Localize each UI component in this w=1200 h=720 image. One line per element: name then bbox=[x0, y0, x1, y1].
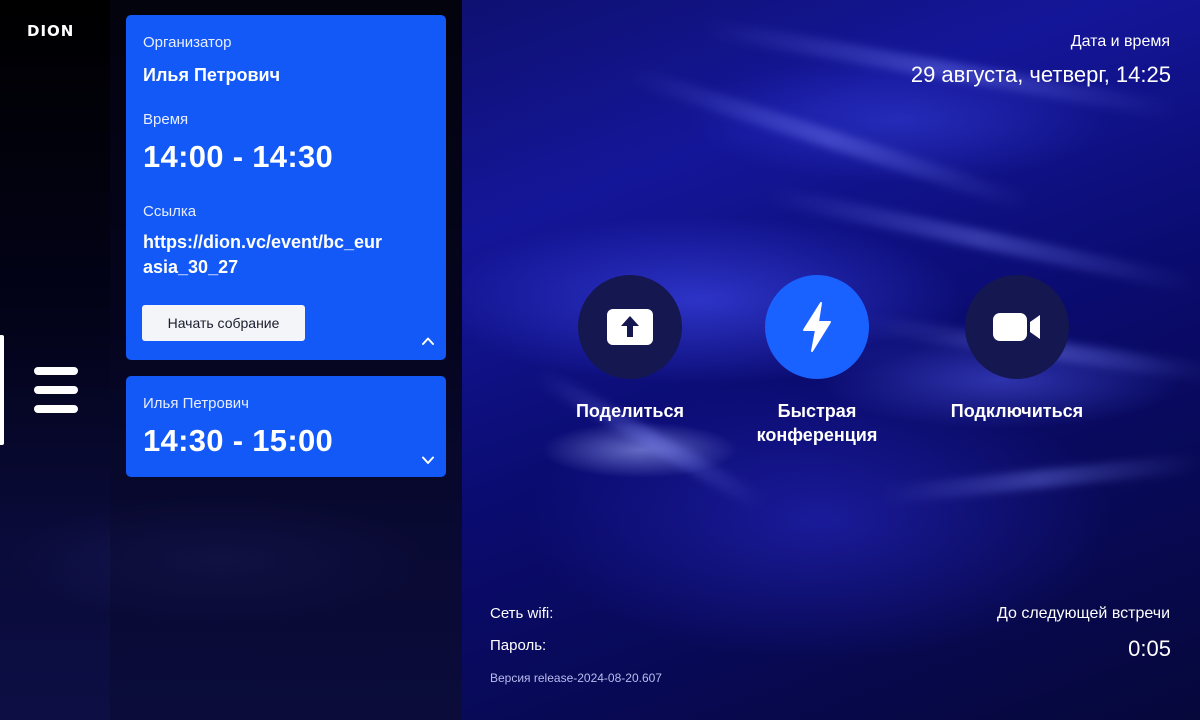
meeting-time: 14:30 - 15:00 bbox=[143, 423, 334, 458]
connect-button[interactable] bbox=[965, 275, 1069, 379]
share-button[interactable] bbox=[578, 275, 682, 379]
dion-logo: DION bbox=[27, 22, 75, 40]
next-meeting-countdown: 0:05 bbox=[1128, 636, 1171, 661]
video-camera-icon bbox=[993, 313, 1040, 341]
meeting-time: 14:00 - 14:30 bbox=[143, 139, 334, 174]
start-meeting-button[interactable]: Начать собрание bbox=[142, 305, 305, 341]
link-label: Ссылка bbox=[143, 203, 197, 220]
light-streak bbox=[879, 453, 1200, 505]
datetime-value: 29 августа, четверг, 14:25 bbox=[910, 62, 1171, 87]
drawer-handle[interactable] bbox=[0, 335, 4, 445]
quick-conference-button[interactable] bbox=[765, 275, 869, 379]
meeting-card[interactable]: Организатор Илья Петрович Время 14:00 - … bbox=[126, 15, 446, 360]
version-text: Версия release-2024-08-20.607 bbox=[490, 671, 662, 685]
chevron-down-icon[interactable] bbox=[422, 454, 434, 466]
wifi-label: Сеть wifi: bbox=[490, 605, 554, 622]
chevron-up-icon[interactable] bbox=[422, 335, 434, 347]
meeting-link[interactable]: https://dion.vc/event/bc_eurasia_30_27 bbox=[143, 230, 383, 280]
quick-conference-label: Быстрая конференция bbox=[756, 401, 878, 445]
meeting-card[interactable]: Илья Петрович 14:30 - 15:00 bbox=[126, 376, 446, 477]
next-meeting-label: До следующей встречи bbox=[996, 605, 1170, 622]
connect-label: Подключиться bbox=[950, 401, 1084, 421]
organizer-name: Илья Петрович bbox=[143, 395, 249, 412]
lightning-icon bbox=[803, 302, 831, 352]
arrow-up-icon bbox=[607, 309, 653, 345]
organizer-label: Организатор bbox=[143, 34, 232, 51]
share-label: Поделиться bbox=[575, 401, 685, 421]
hamburger-icon[interactable] bbox=[34, 367, 78, 413]
password-label: Пароль: bbox=[490, 637, 547, 654]
light-streak bbox=[532, 366, 768, 512]
time-label: Время bbox=[143, 111, 189, 128]
datetime-label: Дата и время bbox=[1070, 33, 1170, 50]
organizer-name: Илья Петрович bbox=[143, 65, 281, 85]
